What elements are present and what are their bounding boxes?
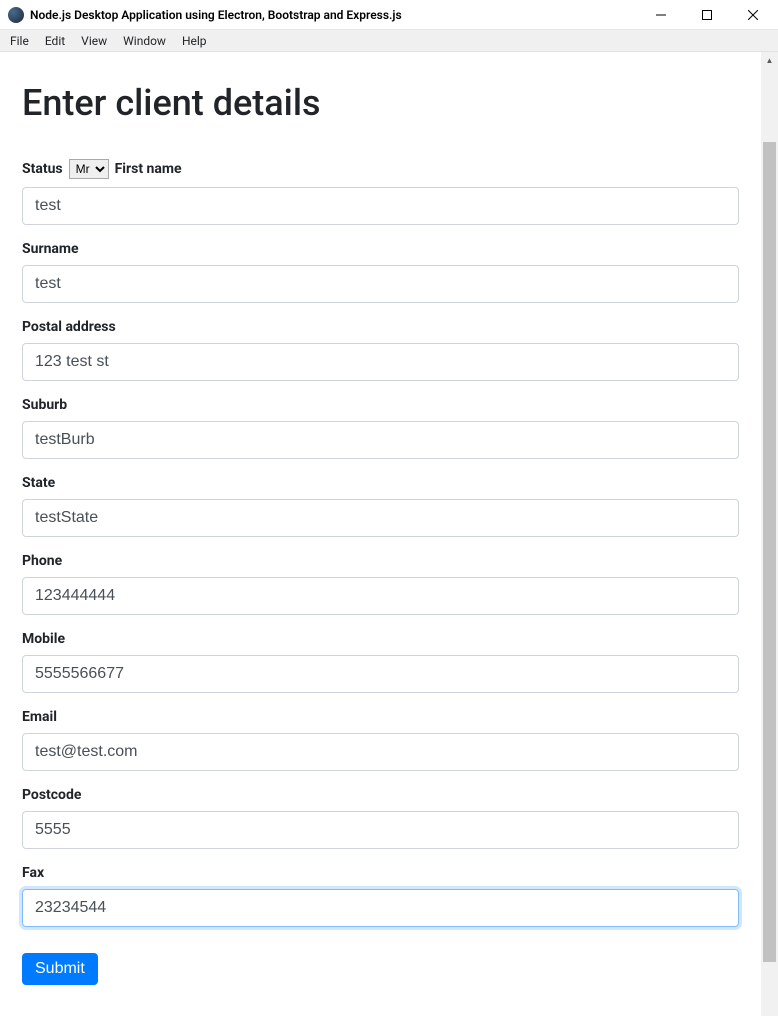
status-select[interactable]: Mr	[69, 159, 109, 179]
firstname-label: First name	[115, 161, 182, 177]
window-titlebar: Node.js Desktop Application using Electr…	[0, 0, 778, 30]
email-label: Email	[22, 709, 57, 725]
form-group-mobile: Mobile	[22, 631, 739, 693]
postcode-label: Postcode	[22, 787, 81, 803]
scrollbar-thumb[interactable]	[763, 142, 776, 962]
page-content: Enter client details Status Mr First nam…	[0, 52, 761, 1015]
fax-input[interactable]	[22, 889, 739, 927]
menu-view[interactable]: View	[73, 32, 115, 50]
form-group-postal: Postal address	[22, 319, 739, 381]
postcode-input[interactable]	[22, 811, 739, 849]
surname-input[interactable]	[22, 265, 739, 303]
fax-label: Fax	[22, 865, 44, 881]
scroll-up-arrow-icon[interactable]: ▲	[761, 52, 778, 69]
page-title: Enter client details	[22, 82, 739, 125]
form-group-postcode: Postcode	[22, 787, 739, 849]
firstname-input[interactable]	[22, 187, 739, 225]
state-input[interactable]	[22, 499, 739, 537]
postal-label: Postal address	[22, 319, 116, 335]
form-group-suburb: Suburb	[22, 397, 739, 459]
submit-button[interactable]: Submit	[22, 953, 98, 985]
state-label: State	[22, 475, 55, 491]
suburb-input[interactable]	[22, 421, 739, 459]
form-group-fax: Fax	[22, 865, 739, 927]
menu-window[interactable]: Window	[115, 32, 174, 50]
form-group-state: State	[22, 475, 739, 537]
window-controls	[638, 0, 776, 29]
menubar: File Edit View Window Help	[0, 30, 778, 52]
postal-input[interactable]	[22, 343, 739, 381]
form-group-firstname: Status Mr First name	[22, 159, 739, 225]
vertical-scrollbar[interactable]: ▲	[761, 52, 778, 1016]
close-button[interactable]	[730, 0, 776, 29]
suburb-label: Suburb	[22, 397, 67, 413]
maximize-button[interactable]	[684, 0, 730, 29]
form-group-surname: Surname	[22, 241, 739, 303]
phone-label: Phone	[22, 553, 62, 569]
email-input[interactable]	[22, 733, 739, 771]
menu-edit[interactable]: Edit	[37, 32, 73, 50]
menu-help[interactable]: Help	[174, 32, 215, 50]
phone-input[interactable]	[22, 577, 739, 615]
window-title: Node.js Desktop Application using Electr…	[30, 8, 638, 22]
app-icon	[8, 7, 24, 23]
menu-file[interactable]: File	[2, 32, 37, 50]
content-viewport: Enter client details Status Mr First nam…	[0, 52, 778, 1016]
mobile-label: Mobile	[22, 631, 65, 647]
close-icon	[748, 10, 758, 20]
status-firstname-row: Status Mr First name	[22, 159, 739, 179]
status-label: Status	[22, 161, 63, 177]
minimize-icon	[656, 10, 666, 20]
mobile-input[interactable]	[22, 655, 739, 693]
form-group-phone: Phone	[22, 553, 739, 615]
minimize-button[interactable]	[638, 0, 684, 29]
surname-label: Surname	[22, 241, 79, 257]
form-group-email: Email	[22, 709, 739, 771]
maximize-icon	[702, 10, 712, 20]
